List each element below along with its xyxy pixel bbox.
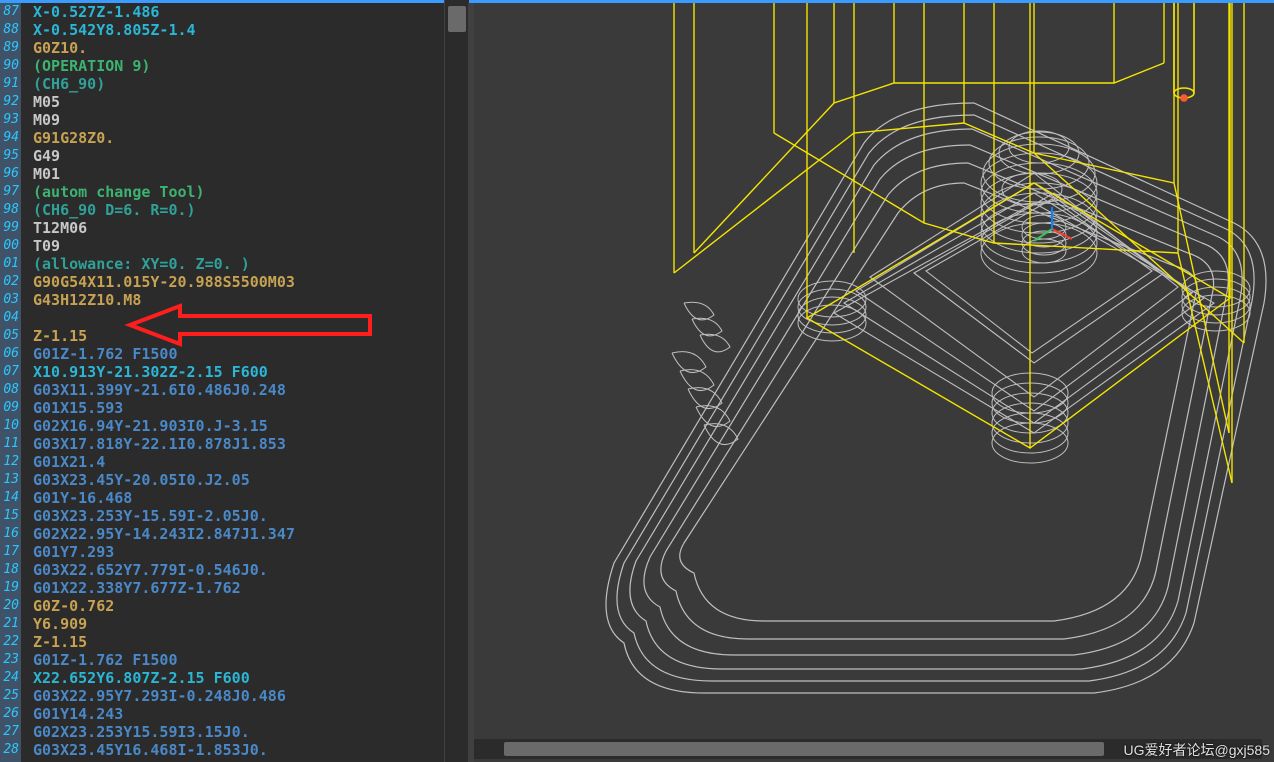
line-number: 92 xyxy=(0,93,21,111)
code-line[interactable]: (autom change Tool) xyxy=(21,183,468,201)
code-line[interactable]: M05 xyxy=(21,93,468,111)
code-line[interactable]: X10.913Y-21.302Z-2.15 F600 xyxy=(21,363,468,381)
line-number: 96 xyxy=(0,165,21,183)
line-number: 89 xyxy=(0,39,21,57)
line-number: 26 xyxy=(0,705,21,723)
line-number: 18 xyxy=(0,561,21,579)
code-line[interactable]: Z-1.15 xyxy=(21,633,468,651)
line-number: 24 xyxy=(0,669,21,687)
code-line[interactable]: G02X23.253Y15.59I3.15J0. xyxy=(21,723,468,741)
line-number: 88 xyxy=(0,21,21,39)
line-number: 10 xyxy=(0,417,21,435)
line-number: 99 xyxy=(0,219,21,237)
code-line[interactable]: T12M06 xyxy=(21,219,468,237)
code-line[interactable]: G03X23.45Y-20.05I0.J2.05 xyxy=(21,471,468,489)
line-number: 17 xyxy=(0,543,21,561)
code-content[interactable]: X-0.527Z-1.486X-0.542Y8.805Z-1.4G0Z10.(O… xyxy=(21,3,468,762)
code-line[interactable]: (allowance: XY=0. Z=0. ) xyxy=(21,255,468,273)
line-number: 94 xyxy=(0,129,21,147)
code-line[interactable]: X-0.542Y8.805Z-1.4 xyxy=(21,21,468,39)
code-line[interactable]: G02X22.95Y-14.243I2.847J1.347 xyxy=(21,525,468,543)
code-line[interactable]: G01Y-16.468 xyxy=(21,489,468,507)
code-line[interactable]: G01Z-1.762 F1500 xyxy=(21,345,468,363)
line-number: 13 xyxy=(0,471,21,489)
line-number: 00 xyxy=(0,237,21,255)
code-line[interactable]: (OPERATION 9) xyxy=(21,57,468,75)
line-number: 91 xyxy=(0,75,21,93)
line-number: 02 xyxy=(0,273,21,291)
code-line[interactable]: G03X17.818Y-22.1I0.878J1.853 xyxy=(21,435,468,453)
code-line[interactable]: G01Y14.243 xyxy=(21,705,468,723)
code-line[interactable]: G03X23.253Y-15.59I-2.05J0. xyxy=(21,507,468,525)
line-number: 01 xyxy=(0,255,21,273)
line-number: 98 xyxy=(0,201,21,219)
line-number: 09 xyxy=(0,399,21,417)
code-line[interactable]: G0Z-0.762 xyxy=(21,597,468,615)
code-line[interactable]: (CH6_90 D=6. R=0.) xyxy=(21,201,468,219)
code-line[interactable]: (CH6_90) xyxy=(21,75,468,93)
toolpath-wireframe xyxy=(474,3,1274,762)
line-number: 21 xyxy=(0,615,21,633)
editor-vertical-scrollbar[interactable] xyxy=(444,0,469,762)
code-line[interactable]: G01X15.593 xyxy=(21,399,468,417)
code-line[interactable]: G01X22.338Y7.677Z-1.762 xyxy=(21,579,468,597)
line-number: 07 xyxy=(0,363,21,381)
line-number: 97 xyxy=(0,183,21,201)
scroll-thumb[interactable] xyxy=(448,6,466,32)
line-number: 15 xyxy=(0,507,21,525)
code-line[interactable] xyxy=(21,309,468,327)
line-number: 05 xyxy=(0,327,21,345)
line-number: 14 xyxy=(0,489,21,507)
code-line[interactable]: G03X22.652Y7.779I-0.546J0. xyxy=(21,561,468,579)
watermark-text: UG爱好者论坛@gxj585 xyxy=(1124,740,1270,760)
code-line[interactable]: M09 xyxy=(21,111,468,129)
line-number: 27 xyxy=(0,723,21,741)
line-number-gutter: 8788899091929394959697989900010203040506… xyxy=(0,3,21,762)
line-number: 93 xyxy=(0,111,21,129)
code-line[interactable]: G01Y7.293 xyxy=(21,543,468,561)
line-number: 25 xyxy=(0,687,21,705)
code-line[interactable]: X22.652Y6.807Z-2.15 F600 xyxy=(21,669,468,687)
line-number: 23 xyxy=(0,651,21,669)
line-number: 06 xyxy=(0,345,21,363)
code-line[interactable]: G90G54X11.015Y-20.988S5500M03 xyxy=(21,273,468,291)
line-number: 20 xyxy=(0,597,21,615)
line-number: 19 xyxy=(0,579,21,597)
code-line[interactable]: G03X22.95Y7.293I-0.248J0.486 xyxy=(21,687,468,705)
code-line[interactable]: G02X16.94Y-21.903I0.J-3.15 xyxy=(21,417,468,435)
code-line[interactable]: G03X23.45Y16.468I-1.853J0. xyxy=(21,741,468,759)
line-number: 16 xyxy=(0,525,21,543)
line-number: 22 xyxy=(0,633,21,651)
code-line[interactable]: G49 xyxy=(21,147,468,165)
line-number: 28 xyxy=(0,741,21,759)
gcode-editor[interactable]: 8788899091929394959697989900010203040506… xyxy=(0,3,468,762)
code-line[interactable]: G01Z-1.762 F1500 xyxy=(21,651,468,669)
code-line[interactable]: M01 xyxy=(21,165,468,183)
code-line[interactable]: G43H12Z10.M8 xyxy=(21,291,468,309)
line-number: 04 xyxy=(0,309,21,327)
code-line[interactable]: G01X21.4 xyxy=(21,453,468,471)
h-scroll-thumb[interactable] xyxy=(504,742,1104,756)
code-line[interactable]: X-0.527Z-1.486 xyxy=(21,3,468,21)
code-line[interactable]: T09 xyxy=(21,237,468,255)
line-number: 12 xyxy=(0,453,21,471)
line-number: 90 xyxy=(0,57,21,75)
code-line[interactable]: Z-1.15 xyxy=(21,327,468,345)
line-number: 11 xyxy=(0,435,21,453)
line-number: 95 xyxy=(0,147,21,165)
line-number: 87 xyxy=(0,3,21,21)
line-number: 08 xyxy=(0,381,21,399)
3d-toolpath-viewport[interactable] xyxy=(474,3,1274,762)
line-number: 03 xyxy=(0,291,21,309)
code-line[interactable]: G03X11.399Y-21.6I0.486J0.248 xyxy=(21,381,468,399)
code-line[interactable]: Y6.909 xyxy=(21,615,468,633)
code-line[interactable]: G0Z10. xyxy=(21,39,468,57)
axis-triad-icon xyxy=(1034,207,1072,241)
code-line[interactable]: G91G28Z0. xyxy=(21,129,468,147)
